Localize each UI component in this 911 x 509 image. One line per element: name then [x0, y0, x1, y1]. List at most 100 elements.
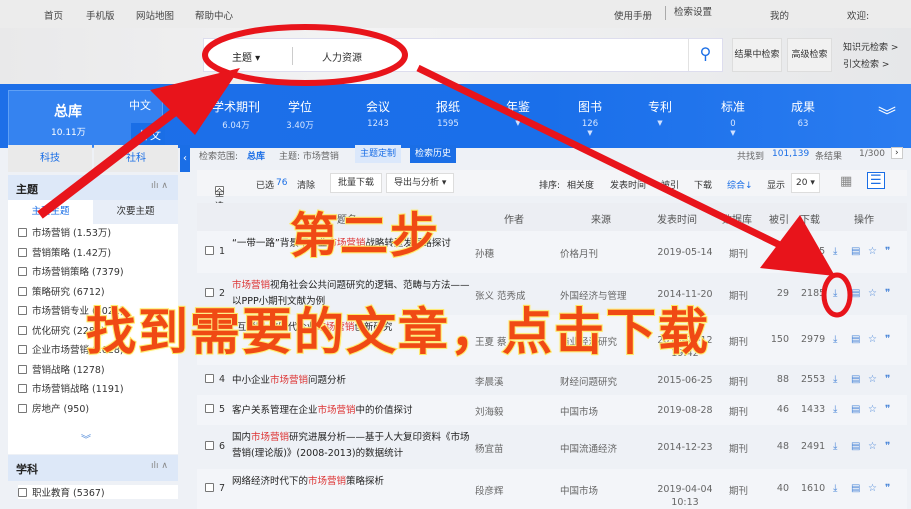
- checkbox[interactable]: [18, 286, 27, 296]
- subject-item[interactable]: 职业教育 (5367): [18, 485, 178, 499]
- row-checkbox[interactable]: 4: [205, 374, 225, 385]
- source-link[interactable]: 中国市场: [560, 483, 598, 497]
- checkbox[interactable]: [18, 384, 27, 393]
- checkbox[interactable]: [18, 345, 27, 354]
- search-icon[interactable]: ⚲: [688, 39, 722, 71]
- dropdown-icon[interactable]: ▼: [703, 129, 763, 137]
- download-icon[interactable]: ⤓: [833, 246, 837, 257]
- topic-custom-button[interactable]: 主题定制: [355, 145, 402, 163]
- cite-quote-icon[interactable]: ❞: [885, 334, 890, 345]
- header-date[interactable]: 发表时间: [657, 211, 697, 226]
- cite-quote-icon[interactable]: ❞: [885, 288, 890, 299]
- search-field-select[interactable]: 主题 ▾: [232, 49, 260, 64]
- download-icon[interactable]: ⤓: [833, 334, 837, 345]
- home-link[interactable]: 首页: [44, 8, 63, 22]
- my-link[interactable]: 我的: [770, 8, 789, 22]
- topic-item[interactable]: 市场营销策略 (7379): [8, 263, 178, 283]
- list-view-icon[interactable]: ☰: [867, 172, 885, 189]
- header-download[interactable]: 下载: [800, 211, 820, 226]
- subtab-main-topic[interactable]: 主要主题: [8, 200, 93, 224]
- checkbox[interactable]: [18, 364, 27, 374]
- checkbox[interactable]: [18, 247, 27, 257]
- sort-overall[interactable]: 综合↓: [727, 178, 753, 191]
- source-link[interactable]: 中国流通经济: [560, 441, 617, 455]
- checkbox[interactable]: [18, 228, 27, 237]
- advanced-search-button[interactable]: 高级检索: [787, 38, 832, 72]
- cite-quote-icon[interactable]: ❞: [885, 483, 890, 494]
- nav-item[interactable]: 报纸 1595: [418, 98, 478, 129]
- article-title-link[interactable]: 网络经济时代下的市场营销策略探析: [232, 474, 470, 490]
- row-checkbox[interactable]: 1: [205, 246, 225, 257]
- chart-collapse-icon[interactable]: ılı ∧: [151, 181, 168, 191]
- checkbox[interactable]: [18, 403, 27, 413]
- nav-item[interactable]: 标准 0 ▼: [703, 98, 763, 137]
- html-read-icon[interactable]: ▤: [851, 441, 860, 452]
- sidebar-tab-social[interactable]: 社科: [94, 145, 178, 172]
- checkbox[interactable]: [205, 441, 214, 450]
- help-link[interactable]: 帮助中心: [195, 8, 233, 22]
- favorite-star-icon[interactable]: ☆: [868, 441, 877, 452]
- topic-item[interactable]: 市场营销 (1.53万): [8, 224, 178, 244]
- cite-quote-icon[interactable]: ❞: [885, 441, 890, 452]
- author-link[interactable]: 孙穗: [475, 246, 494, 260]
- sitemap-link[interactable]: 网站地图: [136, 8, 174, 22]
- dropdown-icon[interactable]: ▼: [488, 119, 548, 127]
- cite-quote-icon[interactable]: ❞: [885, 404, 890, 415]
- article-title-link[interactable]: 国内市场营销研究进展分析——基于人大复印资料《市场营销(理论版)》(2008-2…: [232, 430, 470, 462]
- html-read-icon[interactable]: ▤: [851, 404, 860, 415]
- author-link[interactable]: 杨宜苗: [475, 441, 504, 455]
- favorite-star-icon[interactable]: ☆: [868, 404, 877, 415]
- favorite-star-icon[interactable]: ☆: [868, 288, 877, 299]
- favorite-star-icon[interactable]: ☆: [868, 334, 877, 345]
- grid-view-icon[interactable]: ▦: [840, 174, 852, 189]
- html-read-icon[interactable]: ▤: [851, 288, 860, 299]
- header-cited[interactable]: 被引: [769, 211, 789, 226]
- favorite-star-icon[interactable]: ☆: [868, 374, 877, 385]
- page-size-select[interactable]: 20 ▾: [791, 173, 820, 193]
- cite-quote-icon[interactable]: ❞: [885, 246, 890, 257]
- search-history-button[interactable]: 检索历史: [410, 145, 457, 163]
- nav-item[interactable]: 专利 ▼: [630, 98, 690, 127]
- next-page-button[interactable]: ›: [891, 147, 903, 159]
- html-read-icon[interactable]: ▤: [851, 483, 860, 494]
- author-link[interactable]: 刘海毅: [475, 404, 504, 418]
- collapse-sidebar-button[interactable]: ‹: [180, 145, 190, 172]
- nav-total-library[interactable]: 总库 10.11万 中文 外文: [8, 90, 165, 148]
- clear-button[interactable]: 清除: [297, 178, 315, 191]
- topic-item[interactable]: 房地产 (950): [8, 400, 178, 420]
- download-icon[interactable]: ⤓: [833, 374, 837, 385]
- html-read-icon[interactable]: ▤: [851, 334, 860, 345]
- html-read-icon[interactable]: ▤: [851, 374, 860, 385]
- settings-link[interactable]: 检索设置: [665, 6, 712, 20]
- download-icon[interactable]: ⤓: [833, 404, 837, 415]
- download-icon[interactable]: ⤓: [833, 288, 837, 299]
- row-checkbox[interactable]: 6: [205, 441, 225, 452]
- checkbox[interactable]: [205, 404, 214, 413]
- expand-more-icon[interactable]: ︾: [81, 431, 91, 446]
- mobile-link[interactable]: 手机版: [86, 8, 115, 22]
- checkbox[interactable]: [205, 483, 214, 492]
- nav-item[interactable]: 学术期刊 6.04万: [206, 98, 266, 131]
- html-read-icon[interactable]: ▤: [851, 246, 860, 257]
- nav-item[interactable]: 图书 126 ▼: [560, 98, 620, 137]
- sort-relevance[interactable]: 相关度: [567, 178, 594, 191]
- nav-item[interactable]: 会议 1243: [348, 98, 408, 129]
- checkbox[interactable]: [205, 374, 214, 383]
- checkbox[interactable]: [18, 267, 27, 276]
- nav-item[interactable]: 学位 3.40万: [270, 98, 330, 131]
- nav-item[interactable]: 年鉴 ▼: [488, 98, 548, 127]
- checkbox[interactable]: [18, 306, 27, 315]
- knowledge-search-link[interactable]: 知识元检索 >: [843, 40, 898, 53]
- batch-download-button[interactable]: 批量下载: [330, 173, 383, 193]
- citation-search-link[interactable]: 引文检索 >: [843, 57, 889, 70]
- row-checkbox[interactable]: 7: [205, 483, 225, 494]
- checkbox[interactable]: [205, 246, 214, 255]
- chart-collapse-icon[interactable]: ılı ∧: [151, 461, 168, 471]
- author-link[interactable]: 段彦辉: [475, 483, 504, 497]
- row-checkbox[interactable]: 5: [205, 404, 225, 415]
- export-analysis-dropdown[interactable]: 导出与分析 ▾: [386, 173, 455, 193]
- favorite-star-icon[interactable]: ☆: [868, 483, 877, 494]
- sort-date[interactable]: 发表时间: [610, 178, 646, 191]
- source-link[interactable]: 价格月刊: [560, 246, 598, 260]
- topic-item[interactable]: 营销策略 (1.42万): [8, 244, 178, 264]
